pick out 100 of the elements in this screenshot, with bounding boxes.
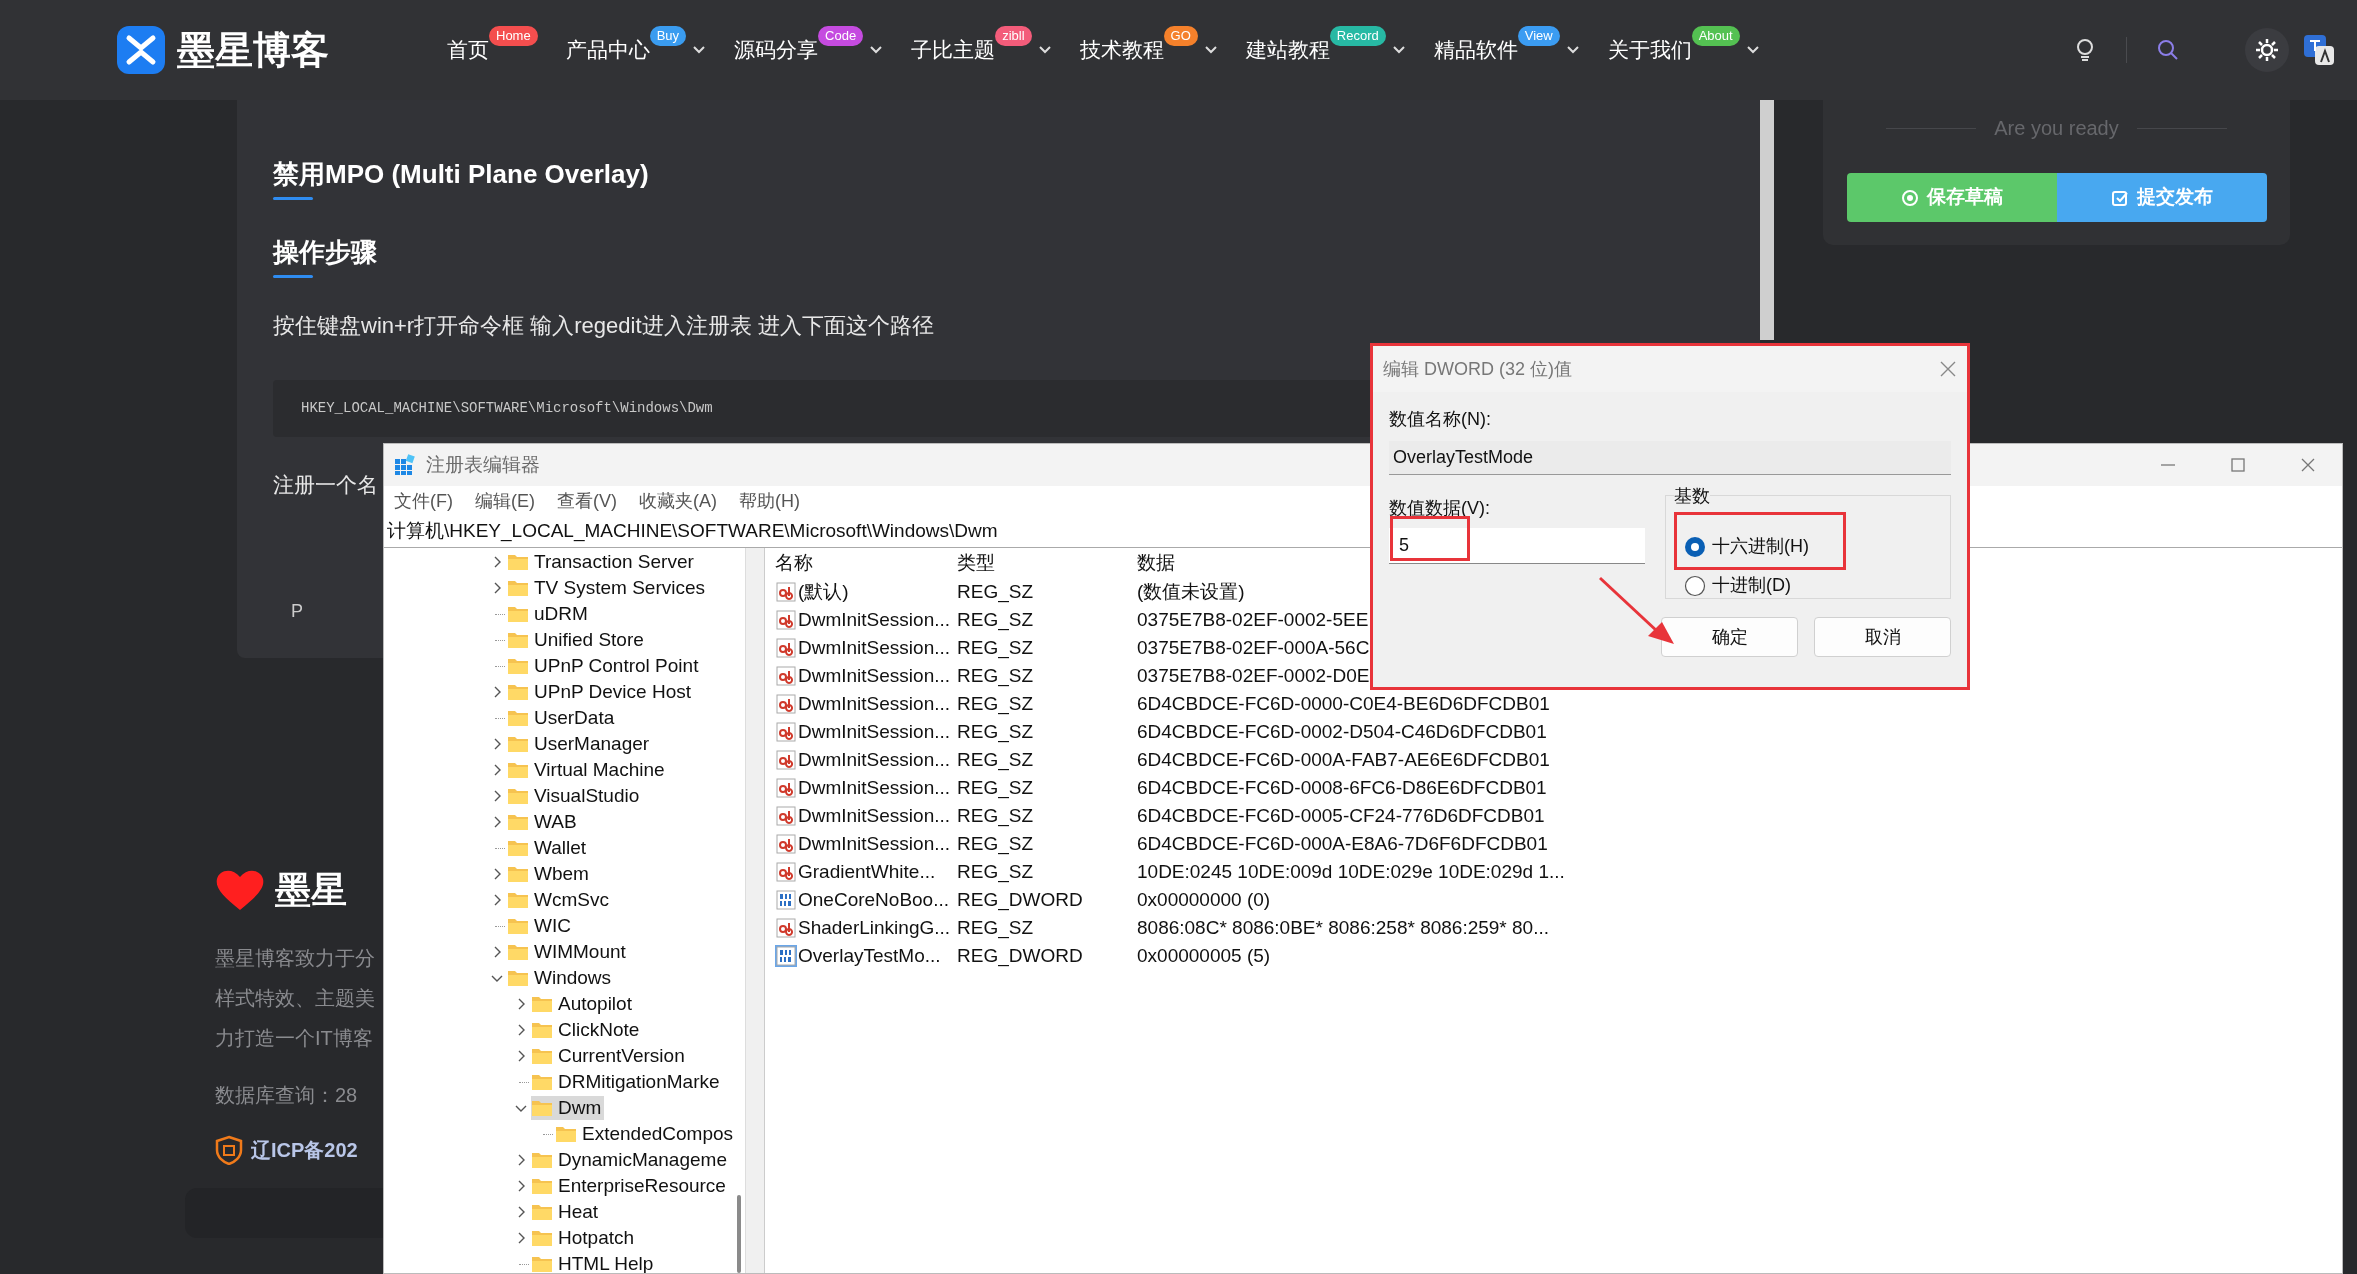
scrollbar[interactable]	[1760, 100, 1774, 340]
table-cell-text: GradientWhite...	[798, 859, 937, 884]
icp-link[interactable]: 辽ICP备202	[251, 1135, 358, 1165]
tree-item[interactable]: Wallet	[489, 836, 590, 860]
checkbox-icon	[2110, 188, 2129, 207]
lightbulb-icon[interactable]	[2074, 38, 2096, 62]
dialog-button[interactable]: 确定	[1661, 617, 1798, 657]
nav-link[interactable]: 建站教程	[1245, 34, 1330, 66]
chevron-down-icon[interactable]	[1037, 45, 1052, 55]
tree-item[interactable]: UserManager	[489, 732, 653, 756]
column-header[interactable]: 名称	[775, 548, 957, 578]
scrollbar[interactable]	[737, 1195, 741, 1273]
footer-title: 墨星	[275, 872, 347, 908]
tree-item[interactable]: WAB	[489, 810, 580, 834]
table-cell-text: REG_SZ	[957, 747, 1035, 773]
tree-item[interactable]: DRMitigationMarke	[513, 1070, 723, 1094]
heart-icon	[215, 868, 265, 912]
nav-link[interactable]: 首页	[447, 34, 489, 66]
tree-item[interactable]: DynamicManageme	[513, 1148, 730, 1172]
close-icon[interactable]	[1939, 360, 1957, 378]
folder-icon	[531, 994, 553, 1014]
paragraph: P	[291, 600, 303, 623]
column-header[interactable]: 类型	[957, 548, 1137, 578]
radio-button[interactable]	[1684, 535, 1706, 558]
chevron-down-icon[interactable]	[1391, 45, 1406, 55]
tree-item[interactable]: UserData	[489, 706, 618, 730]
translate-icon[interactable]	[2303, 34, 2335, 66]
tree-item[interactable]: VisualStudio	[489, 784, 643, 808]
tree-item[interactable]: UPnP Control Point	[489, 654, 702, 678]
search-icon[interactable]	[2157, 39, 2179, 61]
menu-item[interactable]: 帮助(H)	[739, 487, 800, 515]
tree-item[interactable]: ExtendedCompos	[537, 1122, 737, 1146]
table-cell-text: DwmInitSession...	[798, 831, 952, 856]
nav-link[interactable]: 子比主题	[911, 34, 996, 66]
menu-item[interactable]: 文件(F)	[394, 487, 453, 515]
radio-option[interactable]: 十六进制(H)	[1684, 533, 1809, 560]
tree-item[interactable]: WcmSvc	[489, 888, 612, 912]
tree-item[interactable]: Transaction Server	[489, 550, 697, 574]
folder-icon	[531, 1072, 553, 1092]
table-cell-text: REG_DWORD	[957, 943, 1084, 969]
tree-item[interactable]: CurrentVersion	[513, 1044, 688, 1068]
tree-item[interactable]: Autopilot	[513, 992, 635, 1016]
chevron-down-icon[interactable]	[692, 45, 707, 55]
address-bar[interactable]: 计算机\HKEY_LOCAL_MACHINE\SOFTWARE\Microsoft\Windows\Dwm	[387, 517, 998, 546]
footer-text: 墨星博客致力于分	[215, 946, 375, 971]
tree-item[interactable]: UPnP Device Host	[489, 680, 694, 704]
folder-icon	[531, 1150, 553, 1170]
table-cell-text: REG_DWORD	[957, 887, 1084, 913]
registry-app-icon	[394, 454, 416, 476]
table-cell-text: DwmInitSession...	[798, 719, 952, 744]
nav-link[interactable]: 技术教程	[1079, 34, 1164, 66]
record-icon	[1900, 188, 1919, 207]
chevron-down-icon[interactable]	[869, 45, 884, 55]
footer-text: 样式特效、主题美	[215, 986, 375, 1011]
tree-item[interactable]: HTML Help	[513, 1252, 657, 1273]
tree-item[interactable]: EnterpriseResource	[513, 1174, 729, 1198]
value-name-field[interactable]: OverlayTestMode	[1389, 441, 1951, 475]
nav-badge: GO	[1163, 26, 1198, 46]
nav-link[interactable]: 关于我们	[1607, 34, 1692, 66]
nav-badge: zibll	[995, 26, 1032, 46]
chevron-down-icon[interactable]	[1203, 45, 1218, 55]
menu-item[interactable]: 查看(V)	[557, 487, 617, 515]
site-logo-text[interactable]: 墨星博客	[177, 31, 329, 69]
nav-link[interactable]: 源码分享	[734, 34, 819, 66]
tree-item[interactable]: ClickNote	[513, 1018, 643, 1042]
table-cell-text: REG_SZ	[957, 803, 1035, 829]
folder-icon	[507, 838, 529, 858]
chevron-down-icon[interactable]	[1565, 45, 1580, 55]
value-data-field[interactable]: 5	[1389, 528, 1645, 564]
table-cell-text: DwmInitSession...	[798, 803, 952, 828]
tree-item[interactable]: TV System Services	[489, 576, 709, 600]
table-cell-text: REG_SZ	[957, 579, 1035, 605]
field-label: 数值数据(V):	[1389, 497, 1491, 520]
tree-item[interactable]: Unified Store	[489, 628, 647, 652]
tree-item[interactable]: Hotpatch	[513, 1226, 638, 1250]
tree-item[interactable]: WIMMount	[489, 940, 629, 964]
nav-link[interactable]: 产品中心	[565, 34, 650, 66]
tree-item[interactable]: WIC	[489, 914, 574, 938]
folder-icon	[507, 656, 529, 676]
nav-link[interactable]: 精品软件	[1433, 34, 1518, 66]
table-cell-text: DwmInitSession...	[798, 635, 952, 660]
table-cell-text: 6D4CBDCE-FC6D-0005-CF24-776D6DFCDB01	[1137, 803, 1545, 828]
radio-option[interactable]: 十进制(D)	[1684, 572, 1791, 599]
footer-text: 力打造一个IT博客	[215, 1026, 373, 1051]
logo-icon	[117, 26, 165, 74]
table-cell-text: REG_SZ	[957, 663, 1035, 689]
dialog-button[interactable]: 取消	[1814, 617, 1951, 657]
tree-item[interactable]: Wbem	[489, 862, 592, 886]
settings-button[interactable]	[2245, 28, 2289, 72]
menu-item[interactable]: 编辑(E)	[475, 487, 535, 515]
chevron-down-icon[interactable]	[1745, 45, 1760, 55]
tree-item[interactable]: Heat	[513, 1200, 602, 1224]
tree-item[interactable]: Virtual Machine	[489, 758, 668, 782]
tree-item[interactable]: uDRM	[489, 602, 591, 626]
tree-item[interactable]: Windows	[489, 966, 615, 990]
folder-icon	[531, 1020, 553, 1040]
paragraph: 按住键盘win+r打开命令框 输入regedit进入注册表 进入下面这个路径	[273, 312, 934, 340]
radio-button[interactable]	[1684, 574, 1706, 597]
menu-item[interactable]: 收藏夹(A)	[639, 487, 717, 515]
window-title: 注册表编辑器	[426, 452, 540, 477]
